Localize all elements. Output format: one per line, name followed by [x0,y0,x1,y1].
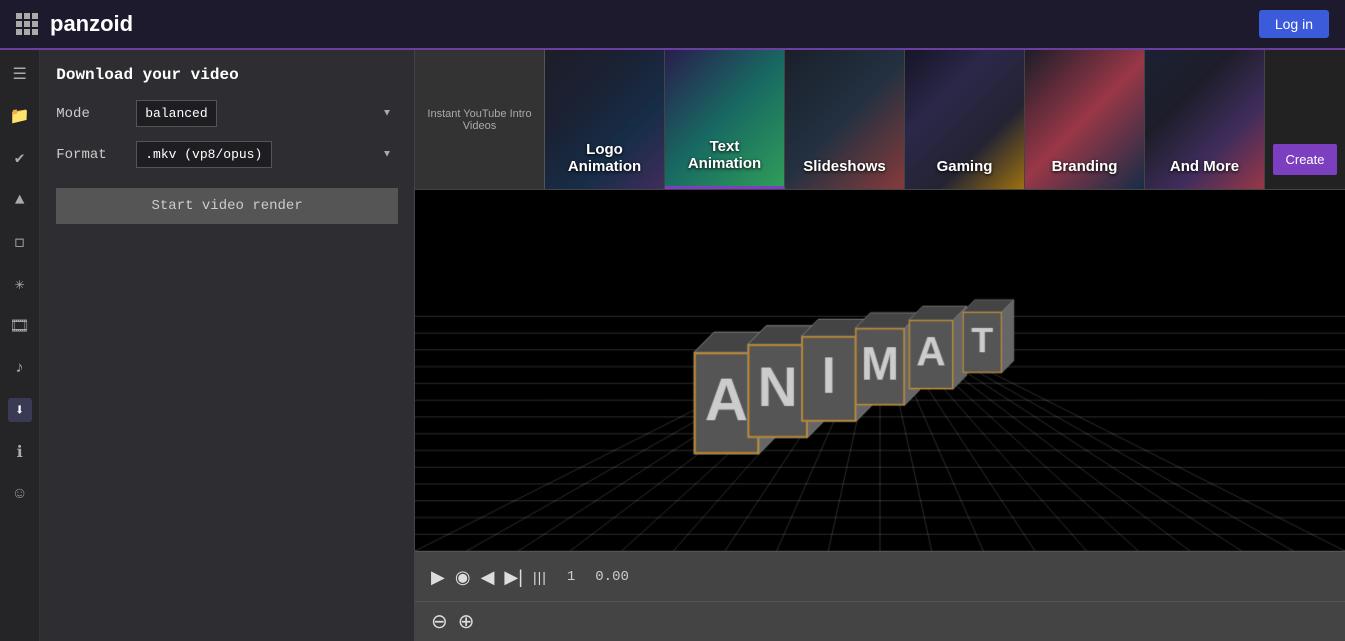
format-label: Format [56,147,126,163]
tab-logo-label: LogoAnimation [568,141,641,175]
right-area: Instant YouTube Intro Videos LogoAnimati… [415,50,1345,641]
cube-icon[interactable]: ◻ [8,230,32,254]
tab-slideshows[interactable]: Slideshows [785,50,905,189]
play-button[interactable]: ▶ [431,568,445,586]
format-select-wrapper: .mkv (vp8/opus) .mp4 (h264/aac) .webm [136,141,398,168]
topbar: panzoid Log in [0,0,1345,50]
render-button[interactable]: Start video render [56,188,398,224]
nav-tabs: Instant YouTube Intro Videos LogoAnimati… [415,50,1345,190]
zoom-bar: ⊖ ⊕ [415,601,1345,641]
preview-area: ▶ ◉ ◀ ▶| ||| 1 0.00 ⊖ ⊕ [415,190,1345,641]
nav-intro: Instant YouTube Intro Videos [415,50,545,189]
zoom-in-button[interactable]: ⊕ [458,609,475,634]
format-select[interactable]: .mkv (vp8/opus) .mp4 (h264/aac) .webm [136,141,272,168]
tab-gaming-label: Gaming [937,158,993,175]
menu-icon[interactable]: ☰ [8,62,32,86]
folder-icon[interactable]: 📁 [8,104,32,128]
tab-branding-label: Branding [1052,158,1118,175]
image-icon[interactable]: ▲ [8,188,32,212]
controls-bar: ▶ ◉ ◀ ▶| ||| 1 0.00 [415,551,1345,601]
panel-title: Download your video [56,66,398,84]
create-button[interactable]: Create [1273,144,1336,175]
timecode: 0.00 [595,569,629,585]
tab-branding[interactable]: Branding [1025,50,1145,189]
mode-row: Mode balanced fast quality [56,100,398,127]
scene-canvas [415,190,1345,551]
tab-logo-animation[interactable]: LogoAnimation [545,50,665,189]
topbar-left: panzoid [16,11,133,37]
download-icon[interactable]: ⬇ [8,398,32,422]
info-icon[interactable]: ℹ [8,440,32,464]
tab-slideshows-label: Slideshows [803,158,886,175]
timecode-area: 1 0.00 [567,569,629,585]
mode-label: Mode [56,106,126,122]
video-icon[interactable]: 🎞 [8,314,32,338]
check-icon[interactable]: ✔ [8,146,32,170]
frame-number: 1 [567,569,575,585]
login-button[interactable]: Log in [1259,10,1329,38]
tab-text-label: TextAnimation [688,138,761,172]
waveform-button[interactable]: ||| [533,570,547,584]
sidebar: ☰ 📁 ✔ ▲ ◻ ✳ 🎞 ♪ ⬇ ℹ ☺ [0,50,40,641]
canvas-container [415,190,1345,551]
tab-gaming[interactable]: Gaming [905,50,1025,189]
prev-button[interactable]: ◀ [481,568,495,586]
star-icon[interactable]: ✳ [8,272,32,296]
intro-label: Instant YouTube Intro Videos [425,108,534,132]
smiley-icon[interactable]: ☺ [8,482,32,506]
nav-create-area: Create [1265,50,1345,189]
tab-and-more[interactable]: And More [1145,50,1265,189]
mode-select-wrapper: balanced fast quality [136,100,398,127]
main-layout: ☰ 📁 ✔ ▲ ◻ ✳ 🎞 ♪ ⬇ ℹ ☺ Download your vide… [0,50,1345,641]
left-panel: Download your video Mode balanced fast q… [40,50,415,641]
music-icon[interactable]: ♪ [8,356,32,380]
format-row: Format .mkv (vp8/opus) .mp4 (h264/aac) .… [56,141,398,168]
tab-more-label: And More [1170,158,1239,175]
mode-select[interactable]: balanced fast quality [136,100,217,127]
logo: panzoid [50,11,133,37]
tab-text-animation[interactable]: TextAnimation [665,50,785,189]
next-frame-button[interactable]: ▶| [504,568,523,586]
grid-icon[interactable] [16,13,38,35]
zoom-out-button[interactable]: ⊖ [431,609,448,634]
eye-button[interactable]: ◉ [455,568,471,586]
